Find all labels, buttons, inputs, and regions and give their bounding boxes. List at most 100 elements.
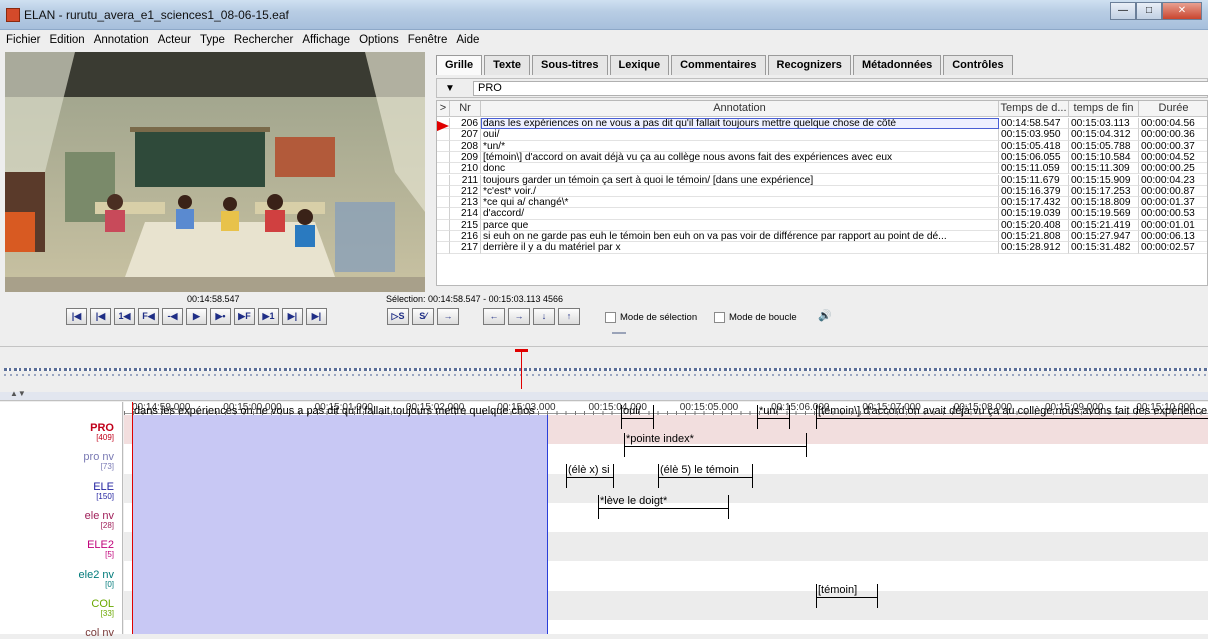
row-begin[interactable]: 00:15:11.679 xyxy=(999,174,1069,186)
ele-annotation-2[interactable]: (élè 5) le témoin xyxy=(658,464,753,488)
row-nr[interactable]: 207 xyxy=(450,129,481,141)
table-row[interactable]: 216 si euh on ne garde pas euh le témoin … xyxy=(437,231,1207,243)
row-begin[interactable]: 00:15:21.808 xyxy=(999,231,1069,243)
video-player[interactable] xyxy=(5,52,425,292)
row-arrow-cell[interactable] xyxy=(437,208,450,220)
col-annotation-1[interactable]: [témoin] xyxy=(816,584,878,608)
tier-name-field[interactable]: PRO xyxy=(473,81,1208,96)
row-begin[interactable]: 00:15:19.039 xyxy=(999,208,1069,220)
next-second-button[interactable]: ▶F xyxy=(234,308,255,325)
row-annotation[interactable]: oui/ xyxy=(481,129,999,141)
row-end[interactable]: 00:15:03.113 xyxy=(1069,118,1139,130)
menu-fenetre[interactable]: Fenêtre xyxy=(408,34,448,46)
tier-label-col[interactable]: COL [33] xyxy=(91,598,114,619)
row-nr[interactable]: 213 xyxy=(450,197,481,209)
col-annotation-header[interactable]: Annotation xyxy=(481,101,999,117)
row-end[interactable]: 00:15:05.788 xyxy=(1069,140,1139,152)
menu-type[interactable]: Type xyxy=(200,34,225,46)
tab-metadonnees[interactable]: Métadonnées xyxy=(852,55,942,75)
row-nr[interactable]: 209 xyxy=(450,151,481,164)
row-begin[interactable]: 00:15:05.418 xyxy=(999,140,1069,152)
row-annotation[interactable]: *un/* xyxy=(481,140,999,152)
tier-label-ele2[interactable]: ELE2 [5] xyxy=(87,540,114,560)
table-row[interactable]: 206 dans les expériences on ne vous a pas… xyxy=(437,118,1207,130)
row-duration[interactable]: 00:00:00.87 xyxy=(1139,186,1207,198)
row-annotation[interactable]: dans les expériences on ne vous a pas di… xyxy=(481,118,999,130)
table-row[interactable]: 209 [témoin\] d'accord on avait déjà vu ç… xyxy=(437,151,1207,164)
row-arrow-cell[interactable] xyxy=(437,140,450,152)
row-duration[interactable]: 00:00:04.23 xyxy=(1139,175,1207,186)
row-nr[interactable]: 210 xyxy=(450,163,481,175)
row-begin[interactable]: 00:15:11.059 xyxy=(999,163,1069,175)
up-arrow-button[interactable]: ↑ xyxy=(558,308,580,325)
row-end[interactable]: 00:15:04.312 xyxy=(1069,129,1139,141)
table-row[interactable]: 215 parce que 00:15:20.408 00:15:21.419 00:0… xyxy=(437,219,1207,231)
down-arrow-button[interactable]: ↓ xyxy=(533,308,555,325)
table-row[interactable]: 211 toujours garder un témoin ça sert à q… xyxy=(437,174,1207,186)
col-duration-header[interactable]: Durée xyxy=(1139,101,1207,117)
play-button[interactable]: ▶ xyxy=(186,308,207,325)
col-begin-header[interactable]: Temps de d... xyxy=(999,101,1069,117)
row-annotation[interactable]: *ce qui a/ changé\* xyxy=(481,197,999,209)
menu-annotation[interactable]: Annotation xyxy=(94,34,149,46)
ele-annotation-1[interactable]: (élè x) si xyxy=(566,464,614,488)
row-duration[interactable]: 00:00:01.01 xyxy=(1139,220,1207,231)
row-end[interactable]: 00:15:18.809 xyxy=(1069,197,1139,209)
tab-commentaires[interactable]: Commentaires xyxy=(671,55,766,75)
row-annotation[interactable]: si euh on ne garde pas euh le témoin ben… xyxy=(481,231,999,243)
row-nr[interactable]: 206 xyxy=(450,118,481,130)
row-begin[interactable]: 00:15:28.912 xyxy=(999,242,1069,254)
next-pixel-button[interactable]: ▶1 xyxy=(258,308,279,325)
table-row[interactable]: 210 donc 00:15:11.059 00:15:11.309 00:00:00.… xyxy=(437,163,1207,175)
table-row[interactable]: 212 *c'est* voir./00:15:16.379 00:15:17.25… xyxy=(437,185,1207,198)
row-arrow-cell[interactable] xyxy=(437,231,450,243)
row-annotation[interactable]: [témoin\] d'accord on avait déjà vu ça a… xyxy=(481,151,999,164)
row-annotation[interactable]: derrière il y a du matériel par x xyxy=(481,242,999,254)
row-arrow-cell[interactable] xyxy=(437,197,450,209)
overview-cursor[interactable] xyxy=(521,349,522,389)
row-arrow-cell[interactable] xyxy=(437,174,450,186)
tier-selector[interactable]: ▼ PRO xyxy=(436,78,1208,98)
row-duration[interactable]: 00:00:00.53 xyxy=(1139,208,1207,220)
collapse-arrows-icon[interactable]: ▲▼ xyxy=(10,389,26,398)
elenv-annotation-1[interactable]: *lève le doigt* xyxy=(598,495,729,519)
play-selection-button[interactable]: ▷S xyxy=(387,308,409,325)
row-duration[interactable]: 00:00:00.37 xyxy=(1139,141,1207,152)
mode-boucle-checkbox[interactable] xyxy=(714,312,725,323)
overview-strip[interactable] xyxy=(0,346,1208,392)
row-end[interactable]: 00:15:31.482 xyxy=(1069,242,1139,254)
row-nr[interactable]: 211 xyxy=(450,174,481,186)
go-to-end-button[interactable]: ▶| xyxy=(306,308,327,325)
row-nr[interactable]: 216 xyxy=(450,231,481,243)
row-annotation[interactable]: toujours garder un témoin ça sert à quoi… xyxy=(481,174,999,186)
menu-rechercher[interactable]: Rechercher xyxy=(234,34,293,46)
tab-sous-titres[interactable]: Sous-titres xyxy=(532,55,608,75)
col-end-header[interactable]: temps de fin xyxy=(1069,101,1139,117)
col-arrow-header[interactable]: > xyxy=(437,101,450,117)
table-row[interactable]: 213 *ce qui a/ changé\* 00:15:17.432 00:15:… xyxy=(437,197,1207,209)
row-duration[interactable]: 00:00:04.56 xyxy=(1139,118,1207,130)
row-duration[interactable]: 00:00:04.52 xyxy=(1139,152,1207,164)
tier-label-ele-nv[interactable]: ele nv [28] xyxy=(85,510,114,531)
selection-to-crosshair-button[interactable]: → xyxy=(437,308,459,325)
clear-selection-button[interactable]: S⁄ xyxy=(412,308,434,325)
dropdown-triangle-icon[interactable]: ▼ xyxy=(445,83,455,94)
row-nr[interactable]: 214 xyxy=(450,208,481,220)
row-annotation[interactable]: *c'est* voir./ xyxy=(481,185,999,198)
row-nr[interactable]: 208 xyxy=(450,140,481,152)
row-duration[interactable]: 00:00:02.57 xyxy=(1139,242,1207,254)
row-arrow-cell[interactable] xyxy=(437,163,450,175)
pro-annotation-206[interactable]: dans les expériences on ne vous a pas di… xyxy=(132,405,548,429)
row-annotation[interactable]: donc xyxy=(481,163,999,175)
row-nr[interactable]: 215 xyxy=(450,219,481,231)
table-row[interactable]: 214 d'accord/00:15:19.039 00:15:19.569 00:0… xyxy=(437,208,1207,220)
row-duration[interactable]: 00:00:00.36 xyxy=(1139,129,1207,141)
row-arrow-cell[interactable] xyxy=(437,185,450,198)
tier-label-ele[interactable]: ELE [150] xyxy=(93,481,114,502)
menu-aide[interactable]: Aide xyxy=(456,34,479,46)
go-to-begin-button[interactable]: |◀ xyxy=(66,308,87,325)
row-nr[interactable]: 212 xyxy=(450,185,481,198)
left-arrow-button[interactable]: ← xyxy=(483,308,505,325)
tab-controles[interactable]: Contrôles xyxy=(943,55,1013,75)
close-button[interactable]: ✕ xyxy=(1162,2,1202,20)
